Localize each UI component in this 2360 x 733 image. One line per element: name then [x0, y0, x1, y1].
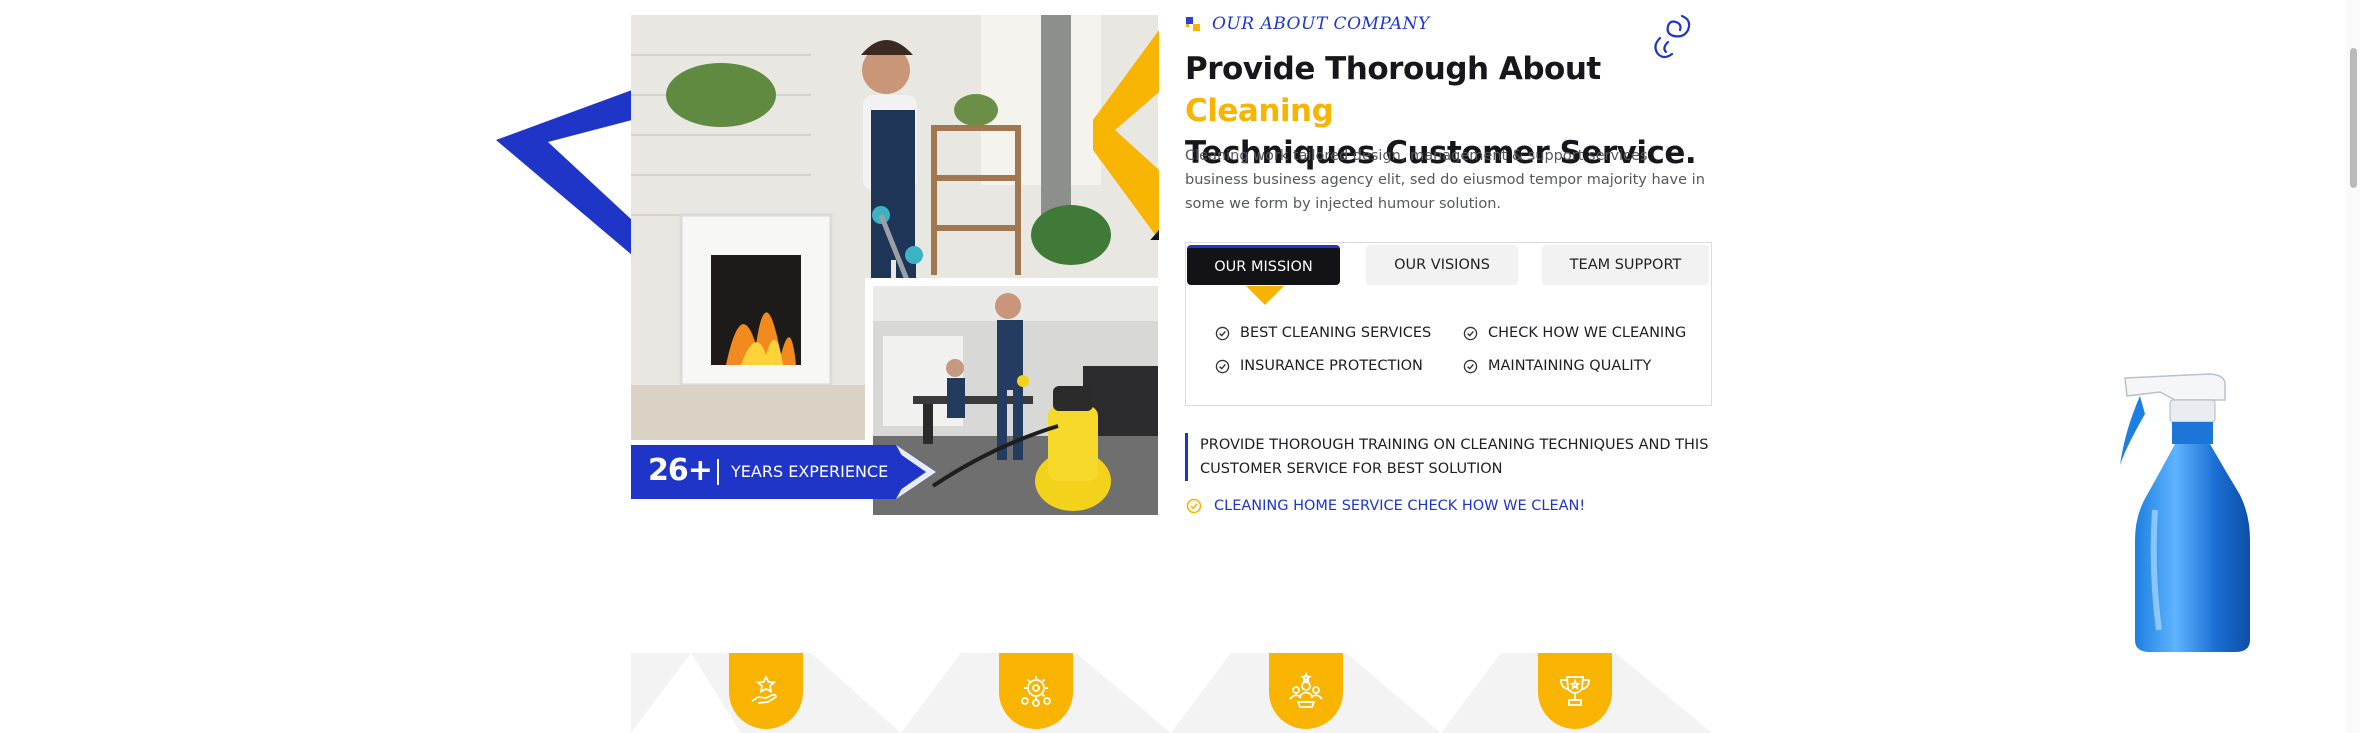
team-stars-icon	[1289, 671, 1323, 708]
feature-item: INSURANCE PROTECTION	[1215, 358, 1423, 374]
spray-bottle-decoration	[2120, 373, 2250, 652]
tab-team-support[interactable]: TEAM SUPPORT	[1542, 245, 1709, 285]
tag-square-icon	[1186, 24, 1189, 27]
tab-our-mission[interactable]: OUR MISSION	[1187, 245, 1340, 285]
gear-team-icon	[1021, 676, 1051, 707]
feature-label: BEST CLEANING SERVICES	[1240, 325, 1432, 341]
trophy-icon	[1560, 676, 1590, 706]
feature-item: CHECK HOW WE CLEANING	[1463, 325, 1686, 341]
heading-main: Provide Thorough About	[1185, 51, 1601, 87]
cta-link[interactable]: CLEANING HOME SERVICE CHECK HOW WE CLEAN…	[1186, 498, 1585, 514]
feature-label: INSURANCE PROTECTION	[1240, 358, 1423, 374]
stats-band	[631, 653, 1712, 733]
hand-star-icon-badge	[729, 653, 803, 729]
active-tab-pointer	[1246, 286, 1284, 305]
feature-item: BEST CLEANING SERVICES	[1215, 325, 1431, 341]
feature-item: MAINTAINING QUALITY	[1463, 358, 1651, 374]
highlight-quote: PROVIDE THOROUGH TRAINING ON CLEANING TE…	[1185, 433, 1725, 481]
experience-divider	[717, 459, 719, 485]
section-tag-text: OUR ABOUT COMPANY	[1212, 14, 1430, 34]
intro-paragraph: Cleaning work tailored design, managemen…	[1185, 148, 1705, 212]
feature-label: CHECK HOW WE CLEANING	[1488, 325, 1687, 341]
scrollbar-thumb[interactable]	[2350, 48, 2357, 188]
about-image-collage	[631, 15, 1158, 515]
yellow-chevron-decoration	[1093, 30, 1159, 240]
team-stars-icon-badge	[1269, 653, 1343, 729]
page-scrollbar[interactable]	[2346, 0, 2360, 733]
tab-our-visions[interactable]: OUR VISIONS	[1366, 245, 1518, 285]
check-circle-icon	[1215, 326, 1230, 340]
trophy-icon-badge	[1538, 653, 1612, 729]
experience-badge: 26+ YEARS EXPERIENCE	[631, 445, 936, 499]
tag-square-icon	[1186, 17, 1193, 24]
experience-number: 26+	[648, 453, 713, 488]
experience-label: YEARS EXPERIENCE	[731, 462, 889, 481]
tag-square-icon	[1193, 24, 1200, 31]
cta-link-label: CLEANING HOME SERVICE CHECK HOW WE CLEAN…	[1214, 498, 1586, 514]
hand-star-icon	[751, 674, 777, 704]
feature-label: MAINTAINING QUALITY	[1488, 358, 1652, 374]
heading-highlight: Cleaning	[1185, 93, 1334, 129]
check-circle-icon	[1463, 326, 1478, 340]
check-circle-icon	[1186, 498, 1202, 514]
check-circle-icon	[1215, 359, 1230, 373]
gear-team-icon-badge	[999, 653, 1073, 729]
check-circle-icon	[1463, 359, 1478, 373]
blue-chevron-decoration	[496, 90, 632, 255]
tabs-panel: OUR MISSION OUR VISIONS TEAM SUPPORT BES…	[1185, 242, 1712, 406]
